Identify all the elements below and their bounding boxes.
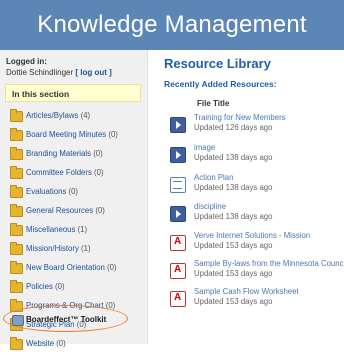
video-icon	[170, 117, 186, 133]
user-name: Dottie Schindlinger	[6, 68, 74, 77]
pdf-icon	[170, 263, 186, 279]
pdf-icon	[170, 235, 186, 251]
sidebar-item-committee-folders[interactable]: Committee Folders (0)	[10, 165, 118, 184]
resource-updated: Updated 153 days ago	[194, 241, 273, 250]
document-icon	[170, 177, 186, 193]
folder-label: General Resources	[26, 206, 94, 215]
resource-row[interactable]: image Updated 138 days ago	[170, 142, 344, 168]
folder-count: (0)	[93, 149, 103, 158]
resource-updated: Updated 138 days ago	[194, 183, 273, 192]
resource-title-link[interactable]: discipline	[194, 202, 226, 211]
resource-title-link[interactable]: Training for New Members	[194, 113, 286, 122]
resource-updated: Updated 153 days ago	[194, 297, 273, 306]
resource-updated: Updated 138 days ago	[194, 153, 273, 162]
sidebar-item-branding-materials[interactable]: Branding Materials (0)	[10, 146, 118, 165]
logged-in-label: Logged in:	[6, 57, 47, 66]
sidebar-item-toolkit[interactable]: Boardeffect™ Toolkit	[12, 314, 106, 326]
resource-updated: Updated 153 days ago	[194, 269, 273, 278]
folder-icon	[10, 261, 23, 274]
toolkit-icon	[12, 315, 24, 326]
sidebar-item-evaluations[interactable]: Evaluations (0)	[10, 184, 118, 203]
folder-icon	[10, 166, 23, 179]
logout-link[interactable]: [ log out ]	[75, 68, 111, 77]
sidebar-item-new-board-orientation[interactable]: New Board Orientation (0)	[10, 260, 118, 279]
resource-title-link[interactable]: Verve Internet Solutions - Mission	[194, 231, 310, 240]
toolkit-label: Boardeffect™ Toolkit	[26, 315, 107, 324]
video-icon	[170, 147, 186, 163]
folder-count: (0)	[94, 168, 104, 177]
login-status: Logged in: Dottie Schindlinger [ log out…	[6, 56, 112, 78]
folder-label: Mission/History	[26, 244, 79, 253]
video-icon	[170, 206, 186, 222]
resource-title-link[interactable]: Sample By-laws from the Minnesota Counc	[194, 259, 344, 268]
resource-updated: Updated 138 days ago	[194, 212, 273, 221]
resource-title-link[interactable]: Sample Cash Flow Worksheet	[194, 287, 299, 296]
folder-icon	[10, 204, 23, 217]
folder-icon	[10, 185, 23, 198]
column-header-file-title: File Title	[197, 99, 230, 108]
resource-updated: Updated 126 days ago	[194, 123, 273, 132]
resource-row[interactable]: Action Plan Updated 138 days ago	[170, 172, 344, 198]
folder-count: (0)	[107, 263, 117, 272]
section-subtitle: Recently Added Resources:	[164, 79, 277, 89]
folder-icon	[10, 337, 23, 350]
folder-icon	[10, 280, 23, 293]
page-title: Resource Library	[164, 56, 271, 71]
folder-label: Articles/Bylaws	[26, 111, 79, 120]
pdf-icon	[170, 291, 186, 307]
folder-icon	[10, 242, 23, 255]
folder-label: Policies	[26, 282, 53, 291]
sidebar-item-miscellaneous[interactable]: Miscellaneous (1)	[10, 222, 118, 241]
resource-title-link[interactable]: Action Plan	[194, 173, 233, 182]
resource-row[interactable]: Sample By-laws from the Minnesota CouncU…	[170, 258, 344, 284]
folder-label: Miscellaneous	[26, 225, 76, 234]
folder-icon	[10, 147, 23, 160]
sidebar-item-articles-bylaws[interactable]: Articles/Bylaws (4)	[10, 108, 118, 127]
sidebar-item-website[interactable]: Website (0)	[10, 336, 118, 355]
folder-count: (1)	[81, 244, 91, 253]
folder-count: (0)	[108, 130, 118, 139]
folder-count: (0)	[55, 282, 65, 291]
folder-icon	[10, 109, 23, 122]
folder-icon	[10, 223, 23, 236]
folder-icon	[10, 128, 23, 141]
sidebar-item-general-resources[interactable]: General Resources (0)	[10, 203, 118, 222]
resource-row[interactable]: Training for New Members Updated 126 days…	[170, 112, 344, 138]
sidebar-item-mission-history[interactable]: Mission/History (1)	[10, 241, 118, 260]
resource-row[interactable]: discipline Updated 138 days ago	[170, 201, 344, 227]
folder-label: Branding Materials	[26, 149, 92, 158]
resource-title-link[interactable]: image	[194, 143, 215, 152]
folder-label: Evaluations	[26, 187, 67, 196]
folder-count: (1)	[77, 225, 88, 234]
folder-count: (0)	[95, 206, 105, 215]
page-banner-title: Knowledge Management	[0, 0, 344, 50]
folder-count: (4)	[80, 111, 91, 120]
folder-label: Committee Folders	[26, 168, 92, 177]
resource-row[interactable]: Verve Internet Solutions - MissionUpdate…	[170, 230, 344, 256]
resource-row[interactable]: Sample Cash Flow WorksheetUpdated 153 da…	[170, 286, 344, 312]
section-header: In this section	[5, 84, 141, 102]
sidebar-item-board-meeting-minutes[interactable]: Board Meeting Minutes (0)	[10, 127, 118, 146]
folder-label: New Board Orientation	[26, 263, 105, 272]
folder-count: (0)	[68, 187, 79, 196]
folder-label: Board Meeting Minutes	[26, 130, 107, 139]
sidebar-item-policies[interactable]: Policies (0)	[10, 279, 118, 298]
